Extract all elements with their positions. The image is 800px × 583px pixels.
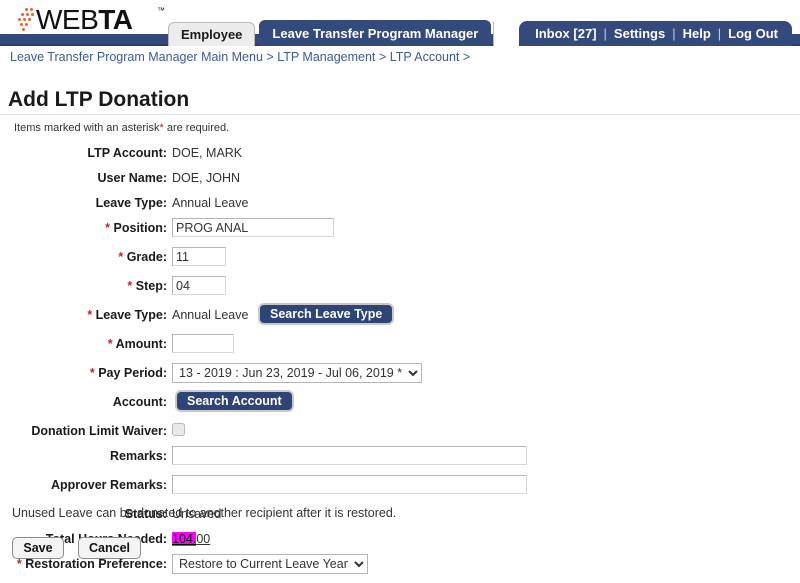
remarks-label: Remarks: [110,449,167,463]
leave-type-value: Annual Leave [172,308,249,322]
search-account-button[interactable]: Search Account [175,390,294,412]
leave-type-display-value: Annual Leave [172,196,249,210]
hint-suffix: are required. [163,122,230,134]
logo-wordmark: WEBTA [36,4,133,35]
utility-separator-1: | [603,26,607,41]
help-link[interactable]: Help [683,21,711,46]
utility-separator-2: | [672,26,676,41]
row-ltp-account: LTP Account: DOE, MARK [0,143,800,165]
required-fields-hint: Items marked with an asterisk* are requi… [14,122,229,134]
title-divider [0,114,800,115]
user-name-value: DOE, JOHN [172,171,241,185]
breadcrumb-separator-3: > [462,50,471,64]
row-donation-limit-waiver: Donation Limit Waiver: [0,421,800,443]
breadcrumb: Leave Transfer Program Manager Main Menu… [10,50,470,64]
utility-separator-3: | [717,26,722,41]
inbox-link[interactable]: Inbox [27] [535,21,596,46]
grade-label: * Grade: [0,247,167,267]
row-pay-period: * Pay Period: 13 - 2019 : Jun 23, 2019 -… [0,363,800,389]
leave-type-required-marker: * [87,308,93,322]
form-actions: Save Cancel [12,537,141,559]
row-approver-remarks: Approver Remarks: [0,475,800,501]
logo-trademark: ™ [157,6,165,15]
tab-employee[interactable]: Employee [168,22,256,46]
cancel-button[interactable]: Cancel [78,537,141,559]
breadcrumb-separator-2: > [378,50,387,64]
settings-link[interactable]: Settings [614,21,665,46]
logo-web-text: WEB [36,4,99,35]
row-amount: * Amount: [0,334,800,360]
donation-limit-waiver-label: Donation Limit Waiver: [31,424,167,438]
position-required-marker: * [105,221,111,235]
breadcrumb-item-ltp-account[interactable]: LTP Account [390,50,460,64]
row-leave-type-display: Leave Type: Annual Leave [0,193,800,215]
primary-tabs: Employee Leave Transfer Program Manager [168,17,580,46]
pay-period-required-marker: * [89,366,95,380]
account-label: Account: [112,395,167,409]
row-grade: * Grade: [0,247,800,273]
grade-input[interactable] [172,247,226,266]
donation-limit-waiver-checkbox[interactable] [172,423,185,436]
pay-period-label-text: Pay Period: [98,366,167,380]
total-hours-highlighted: 104. [172,532,197,546]
row-leave-type: * Leave Type: Annual Leave Search Leave … [0,303,800,331]
step-label: * Step: [0,276,167,296]
ltp-account-value: DOE, MARK [172,146,243,160]
amount-required-marker: * [107,337,113,351]
breadcrumb-item-main-menu[interactable]: Leave Transfer Program Manager Main Menu [10,50,263,64]
user-name-label: User Name: [97,171,167,185]
amount-input[interactable] [172,334,234,353]
restoration-preference-required-marker: * [16,557,22,571]
row-position: * Position: [0,218,800,244]
app-header: WEBTA ™ Employee Leave Transfer Program … [0,0,800,46]
amount-label: * Amount: [0,334,167,354]
pay-period-select[interactable]: 13 - 2019 : Jun 23, 2019 - Jul 06, 2019 … [172,363,422,383]
hint-prefix: Items marked with an asterisk [14,122,160,134]
page-title: Add LTP Donation [8,88,190,111]
logo-ta-text: TA [98,4,133,35]
restoration-note: Unused Leave can be donated to another r… [12,506,397,520]
total-hours-needed-value: 104.00 [172,529,210,549]
position-label: * Position: [0,218,167,238]
amount-label-text: Amount: [115,337,167,351]
utility-nav: Inbox [27] | Settings | Help | Log Out [519,21,792,46]
pay-period-label: * Pay Period: [0,363,167,383]
ltp-account-label: LTP Account: [87,146,167,160]
leave-type-label: * Leave Type: [0,305,167,325]
tab-leave-transfer-program-manager[interactable]: Leave Transfer Program Manager [259,20,492,46]
step-label-text: Step: [135,279,167,293]
grade-label-text: Grade: [126,250,167,264]
webta-logo: WEBTA ™ [18,4,168,36]
total-hours-remainder: 00 [196,532,211,546]
breadcrumb-item-ltp-management[interactable]: LTP Management [277,50,375,64]
breadcrumb-separator-1: > [266,50,274,64]
restoration-preference-select[interactable]: Restore to Current Leave Year [172,554,368,574]
restoration-preference-label-text: Restoration Preference: [25,557,167,571]
position-input[interactable] [172,218,334,237]
step-input[interactable] [172,276,226,295]
position-label-text: Position: [113,221,167,235]
step-required-marker: * [127,279,133,293]
row-account: Account: Search Account [0,390,800,418]
save-button[interactable]: Save [12,537,64,559]
row-remarks: Remarks: [0,446,800,472]
approver-remarks-input[interactable] [172,475,527,494]
row-step: * Step: [0,276,800,302]
approver-remarks-label: Approver Remarks: [50,478,167,492]
search-leave-type-button[interactable]: Search Leave Type [258,303,395,325]
row-user-name: User Name: DOE, JOHN [0,168,800,190]
logout-link[interactable]: Log Out [728,21,778,46]
remarks-input[interactable] [172,446,527,465]
grade-required-marker: * [118,250,124,264]
leave-type-label-text: Leave Type: [95,308,167,322]
leave-type-display-label: Leave Type: [95,196,167,210]
